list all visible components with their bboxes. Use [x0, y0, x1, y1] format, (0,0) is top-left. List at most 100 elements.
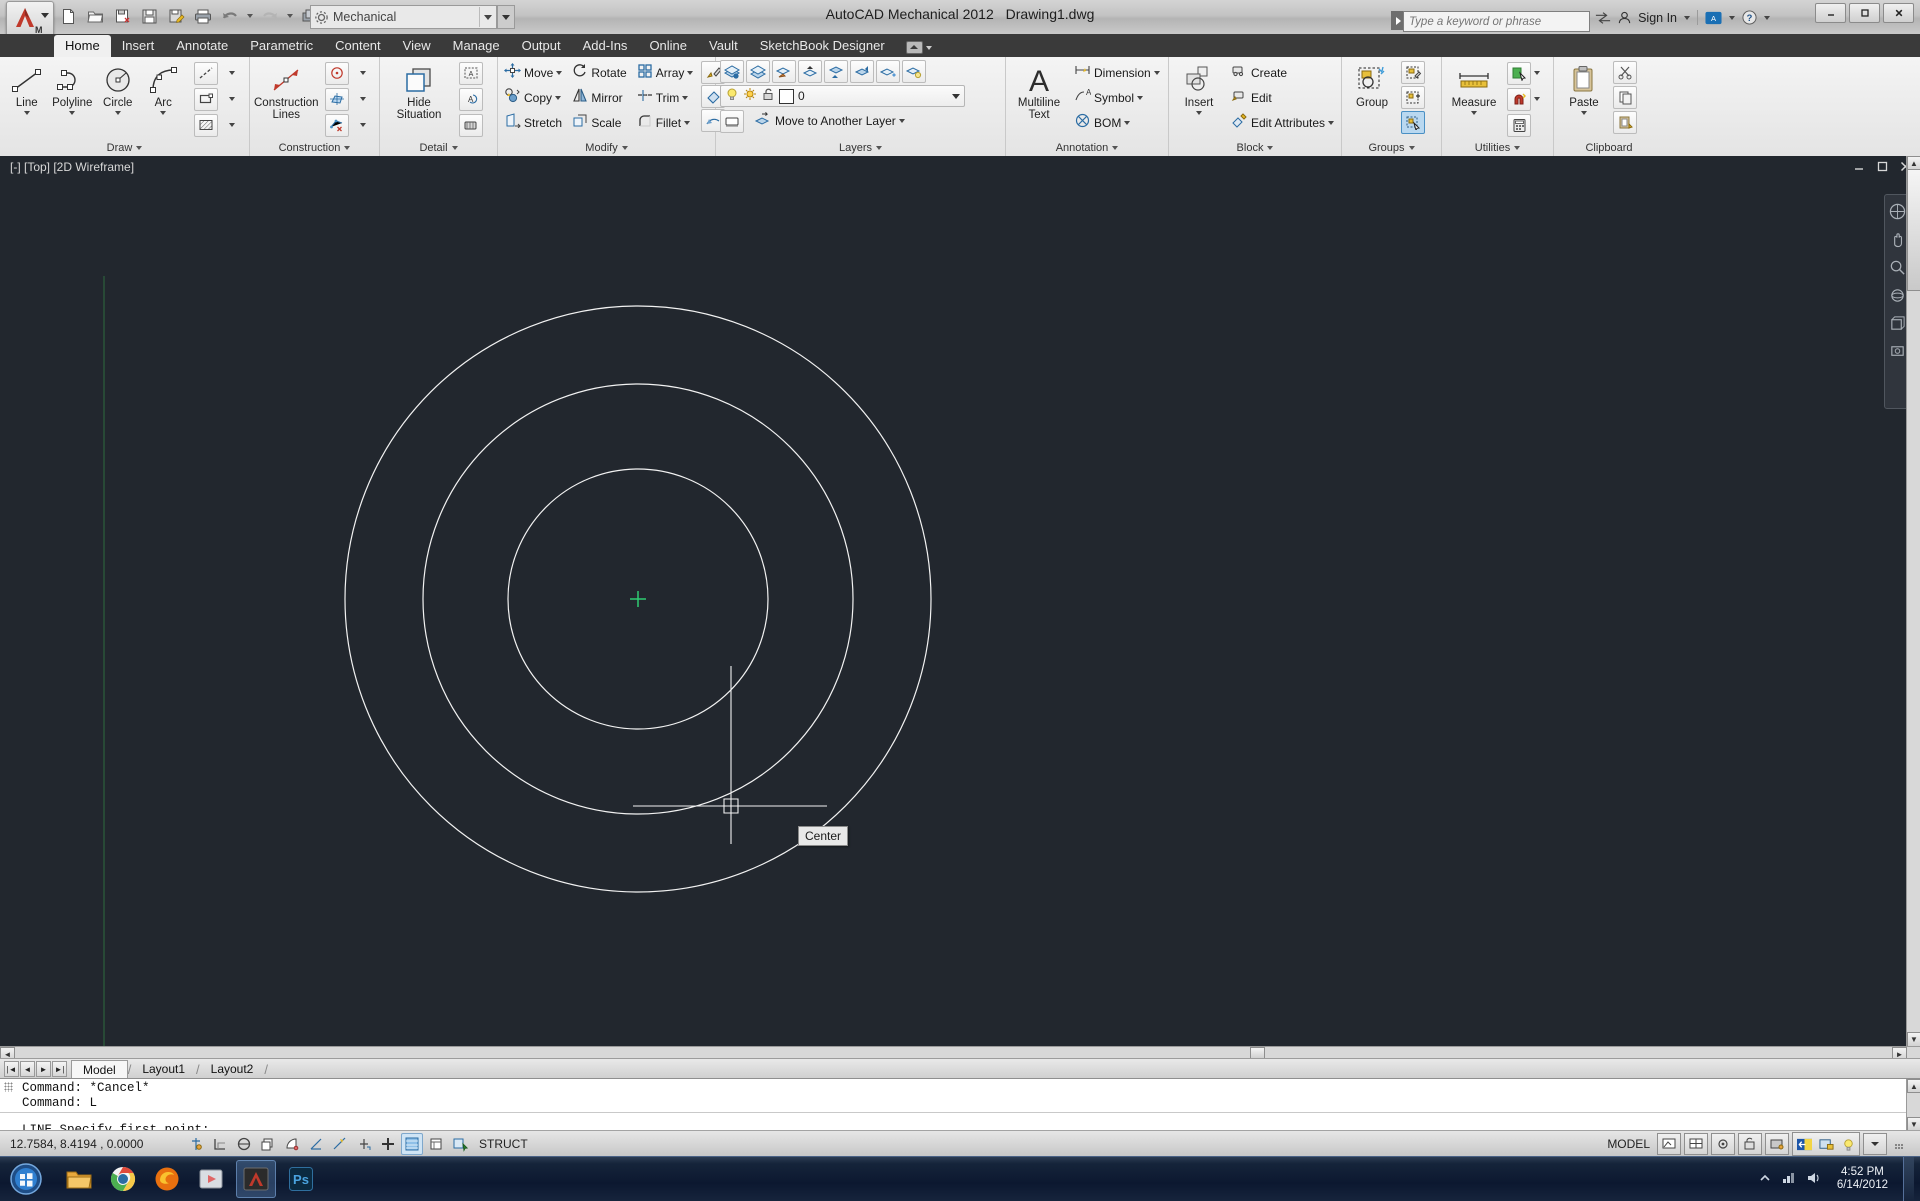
zoom-extents-icon[interactable] — [1889, 259, 1906, 276]
construction-lines-button[interactable]: Construction Lines — [254, 61, 319, 121]
group-button[interactable]: Group — [1346, 61, 1398, 109]
layer-make-current-icon[interactable] — [824, 60, 848, 83]
tab-annotate[interactable]: Annotate — [165, 35, 239, 57]
layer-unlock-icon[interactable] — [761, 87, 775, 106]
edit-attributes-dropdown-icon[interactable] — [1328, 121, 1335, 125]
delete-construction-dropdown-icon[interactable] — [352, 115, 374, 136]
canvas-vertical-scrollbar[interactable]: ▲ ▼ — [1906, 156, 1920, 1060]
show-desktop-button[interactable] — [1903, 1157, 1914, 1201]
dashed-line-icon[interactable] — [194, 61, 218, 85]
group-edit-icon[interactable] — [1401, 86, 1425, 109]
dynamic-ucs-icon[interactable] — [353, 1133, 375, 1155]
save-as-template-button[interactable] — [109, 4, 135, 28]
new-file-button[interactable] — [55, 4, 81, 28]
layout-tab-layout1[interactable]: Layout1 — [131, 1060, 196, 1078]
taskbar-clock[interactable]: 4:52 PM 6/14/2012 — [1831, 1166, 1894, 1192]
firefox-icon[interactable] — [148, 1161, 186, 1197]
panel-utilities-title[interactable]: Utilities — [1442, 140, 1553, 156]
paste-dropdown-icon[interactable] — [1581, 111, 1587, 115]
pan-hand-icon[interactable] — [1889, 231, 1906, 248]
tab-online[interactable]: Online — [638, 35, 698, 57]
panel-modify-title[interactable]: Modify — [498, 140, 715, 156]
coordinate-display[interactable]: 12.7584, 8.4194 , 0.0000 — [0, 1137, 185, 1151]
chrome-icon[interactable] — [104, 1161, 142, 1197]
polyline-button[interactable]: Polyline — [50, 61, 96, 115]
plot-button[interactable] — [190, 4, 216, 28]
circle-dropdown-icon[interactable] — [114, 111, 121, 115]
tab-output[interactable]: Output — [511, 35, 572, 57]
panel-draw-title[interactable]: Draw — [0, 140, 249, 156]
arc-button[interactable]: Arc — [141, 61, 187, 115]
move-dropdown-icon[interactable] — [556, 71, 563, 75]
trim-dropdown-icon[interactable] — [682, 96, 689, 100]
layer-thaw-icon[interactable] — [743, 87, 757, 106]
construction-polygon-icon[interactable] — [324, 87, 349, 111]
auto-scale-icon[interactable] — [1765, 1133, 1789, 1155]
scale-area-icon[interactable]: A — [459, 61, 483, 85]
ribbon-minimize-button[interactable] — [905, 41, 932, 57]
line-button[interactable]: Line — [4, 61, 50, 115]
construction-polygon-small-button[interactable] — [323, 87, 376, 111]
panel-block-title[interactable]: Block — [1169, 140, 1341, 156]
osnap-magnet-dropdown-icon[interactable] — [1534, 97, 1540, 101]
model-space-icon[interactable] — [1657, 1133, 1681, 1155]
measure-button[interactable]: Measure — [1446, 61, 1502, 115]
stretch-command[interactable]: Stretch — [502, 111, 564, 135]
a360-caret-icon[interactable] — [1729, 15, 1735, 20]
layer-isolate-icon[interactable] — [876, 60, 900, 83]
snap-mode-icon[interactable] — [209, 1133, 231, 1155]
panel-clipboard-title[interactable]: Clipboard — [1554, 140, 1664, 156]
exchange-icon[interactable] — [1595, 11, 1611, 25]
panel-annotation-title[interactable]: Annotation — [1006, 140, 1168, 156]
quick-select-button[interactable] — [1505, 61, 1542, 85]
viewcube-icon[interactable] — [1889, 315, 1906, 332]
tab-insert[interactable]: Insert — [111, 35, 166, 57]
polyline-dropdown-icon[interactable] — [69, 111, 76, 115]
infer-constraints-icon[interactable] — [185, 1133, 207, 1155]
trim-command[interactable]: Trim — [635, 86, 696, 110]
tab-add-ins[interactable]: Add-Ins — [572, 35, 639, 57]
tab-vault[interactable]: Vault — [698, 35, 749, 57]
layout-space-icon[interactable] — [1684, 1133, 1708, 1155]
network-icon[interactable] — [1781, 1171, 1797, 1188]
hide-situation-button[interactable]: Hide Situation — [384, 61, 454, 121]
fillet-dropdown-icon[interactable] — [684, 121, 691, 125]
mirror-command[interactable]: Mirror — [570, 86, 628, 110]
open-file-button[interactable] — [82, 4, 108, 28]
minimize-button[interactable] — [1815, 3, 1846, 23]
photoshop-icon[interactable]: Ps — [282, 1161, 320, 1197]
ungroup-icon[interactable] — [1401, 61, 1425, 84]
hatch-small-button[interactable] — [192, 113, 245, 137]
tab-sketchbook-designer[interactable]: SketchBook Designer — [749, 35, 896, 57]
object-snap-icon[interactable] — [305, 1133, 327, 1155]
save-view-icon[interactable] — [1889, 343, 1906, 360]
symbol-command[interactable]: A Symbol — [1072, 86, 1162, 110]
circle-button[interactable]: Circle — [95, 61, 141, 115]
workspace-switch-icon[interactable] — [1793, 1133, 1815, 1155]
close-button[interactable] — [1883, 3, 1914, 23]
calculator-icon[interactable] — [1507, 113, 1531, 137]
layer-dropdown-icon[interactable] — [952, 93, 960, 99]
hatch-dropdown-icon[interactable] — [221, 115, 243, 136]
polar-tracking-icon[interactable] — [281, 1133, 303, 1155]
layout-tab-model[interactable]: Model — [71, 1059, 128, 1079]
scale-monitor-icon[interactable]: A — [459, 87, 483, 111]
calculator-button[interactable] — [1505, 113, 1542, 137]
bom-dropdown-icon[interactable] — [1124, 121, 1131, 125]
layer-on-icon[interactable] — [725, 87, 739, 106]
redo-dropdown-icon[interactable] — [287, 14, 293, 18]
layer-previous-icon[interactable] — [798, 60, 822, 83]
layer-off-icon[interactable] — [902, 60, 926, 83]
orbit-icon[interactable] — [1889, 287, 1906, 304]
workspace-dropdown-icon[interactable] — [479, 7, 496, 27]
layout-prev-button[interactable]: ◄ — [20, 1061, 35, 1077]
copy-command[interactable]: Copy — [502, 86, 564, 110]
tab-parametric[interactable]: Parametric — [239, 35, 324, 57]
panel-detail-title[interactable]: Detail — [380, 140, 497, 156]
scale-command[interactable]: Scale — [570, 111, 628, 135]
osnap-magnet-icon[interactable] — [1507, 87, 1531, 111]
sign-in-button[interactable]: Sign In — [1638, 11, 1677, 25]
copy-clip-icon[interactable] — [1613, 86, 1637, 109]
dimension-command[interactable]: Dimension — [1072, 61, 1162, 85]
detail-view-button[interactable] — [457, 113, 485, 137]
